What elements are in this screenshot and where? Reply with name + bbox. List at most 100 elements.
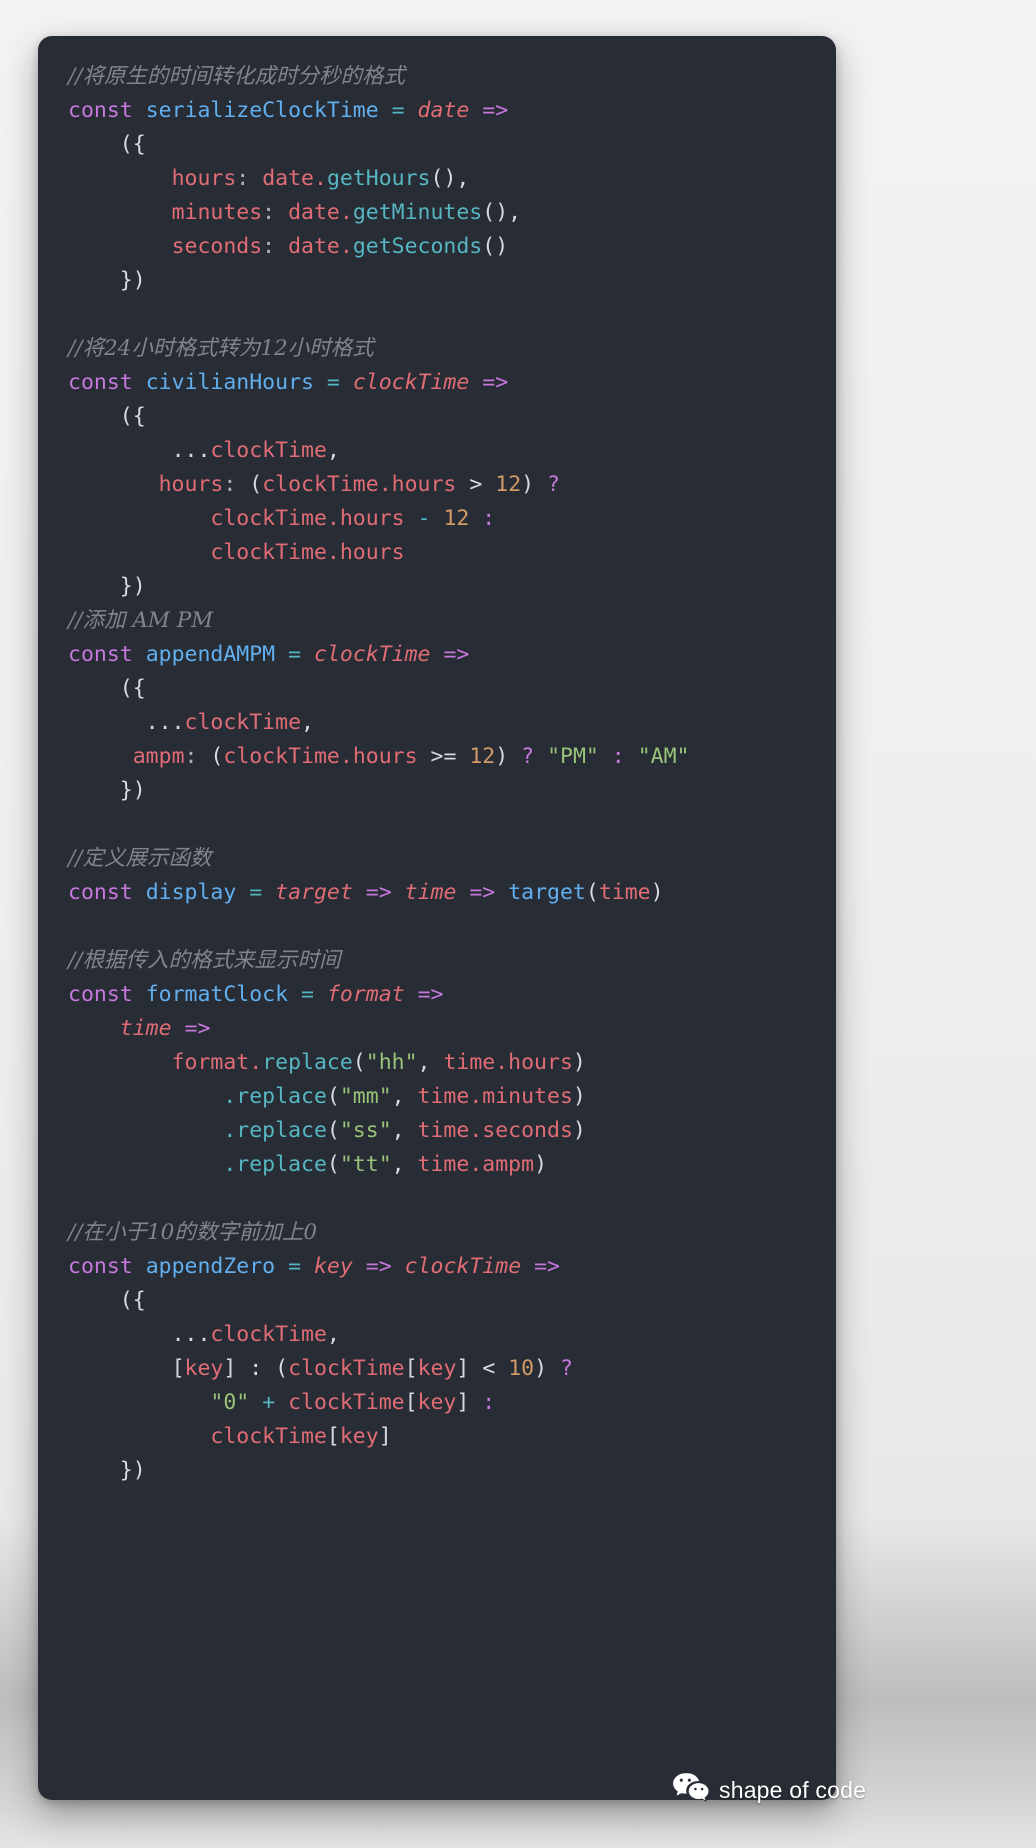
code-token: ... [145,710,185,735]
code-token: key [417,1390,457,1415]
code-token: const [68,1254,133,1279]
code-token: }) [119,574,146,599]
code-token: clockTime [314,642,431,667]
code-token: . [326,540,340,565]
code-token: ) [650,880,664,905]
code-line: .replace("tt", time.ampm) [68,1148,828,1182]
code-token: clockTime [210,540,327,565]
code-line: clockTime.hours - 12 : [68,502,828,536]
code-line: }) [68,264,828,298]
code-token: }) [119,778,146,803]
code-token: (), [482,200,522,225]
code-token: , [391,1152,405,1177]
code-line: [key] : (clockTime[key] < 10) ? [68,1352,828,1386]
code-line: ampm: (clockTime.hours >= 12) ? "PM" : "… [68,740,828,774]
code-line: //添加 AM PM [68,604,828,638]
code-line: format.replace("hh", time.hours) [68,1046,828,1080]
code-token: = [249,880,263,905]
code-token: . [339,200,353,225]
code-token: date [417,98,470,123]
code-token: . [469,1084,483,1109]
code-token: appendZero [145,1254,276,1279]
code-token: < [482,1356,496,1381]
code-line: const appendAMPM = clockTime => [68,638,828,672]
code-token: + [262,1390,276,1415]
code-token: . [223,1152,237,1177]
wechat-icon [672,1772,710,1808]
code-token: ... [171,438,211,463]
code-line: minutes: date.getMinutes(), [68,196,828,230]
code-token: ( [326,1084,340,1109]
code-token: ( [210,744,224,769]
code-token: ? [547,472,560,497]
code-token: : [611,744,625,769]
code-token: //在小于10的数字前加上0 [68,1220,318,1245]
watermark-label: shape of code [719,1776,867,1803]
code-token: : [262,200,276,225]
code-token: ) [572,1084,586,1109]
code-token: minutes [171,200,263,225]
code-token: , [326,438,340,463]
code-token: key [417,1356,457,1381]
code-token: clockTime [288,1390,405,1415]
code-token: (), [430,166,470,191]
code-token: time [417,1152,470,1177]
code-token: ) [572,1118,586,1143]
code-token: date [288,200,340,225]
code-token: clockTime [210,438,327,463]
code-token: ] [456,1390,470,1415]
code-token: ( [326,1152,340,1177]
code-token: , [391,1084,405,1109]
code-line: //在小于10的数字前加上0 [68,1216,828,1250]
code-line: ...clockTime, [68,1318,828,1352]
code-line: const civilianHours = clockTime => [68,366,828,400]
code-token: const [68,370,133,395]
code-token: ) [572,1050,586,1075]
code-token: ? [560,1356,573,1381]
code-line: ({ [68,1284,828,1318]
code-line [68,298,828,332]
code-token: clockTime [210,1424,327,1449]
code-token: [ [171,1356,185,1381]
code-line: const formatClock = format => [68,978,828,1012]
code-token: , [391,1118,405,1143]
code-token: : [262,234,276,259]
code-token: const [68,98,133,123]
code-token: ({ [119,132,146,157]
code-token: appendAMPM [145,642,276,667]
code-token: }) [119,268,146,293]
code-token: key [339,1424,379,1449]
code-line: //根据传入的格式来显示时间 [68,944,828,978]
